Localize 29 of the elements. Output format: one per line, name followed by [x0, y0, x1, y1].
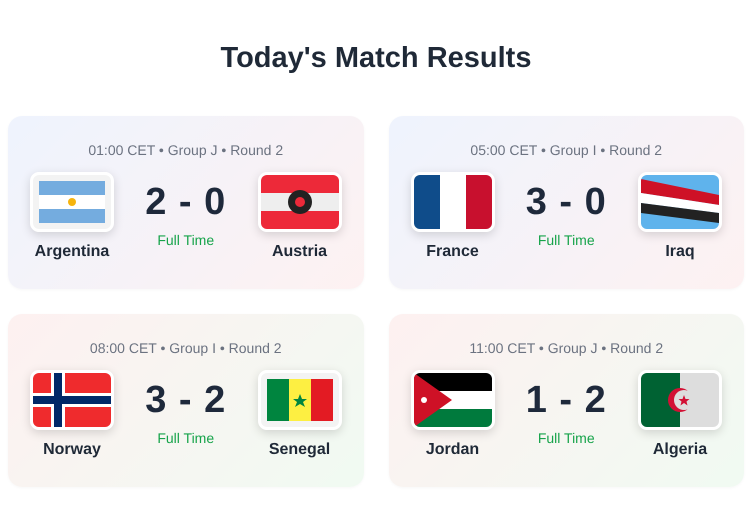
- team-name: France: [426, 243, 479, 261]
- flag-icon: [258, 172, 342, 232]
- team-name: Norway: [43, 441, 101, 459]
- flag-icon: [638, 370, 722, 430]
- match-status: Full Time: [157, 430, 214, 446]
- flag-icon: [30, 172, 114, 232]
- team-name: Jordan: [426, 441, 480, 459]
- score: 3 - 2: [145, 378, 226, 422]
- team-name: Iraq: [665, 243, 695, 261]
- match-info: 08:00 CET • Group I • Round 2: [90, 340, 282, 356]
- score: 3 - 0: [526, 180, 607, 224]
- team-name: Algeria: [652, 441, 708, 459]
- score: 1 - 2: [526, 378, 607, 422]
- flag-icon: [410, 172, 494, 232]
- match-status: Full Time: [538, 232, 595, 248]
- team-name: Argentina: [34, 243, 110, 261]
- flag-icon: [638, 172, 722, 232]
- team-name: Senegal: [268, 441, 330, 459]
- page-title: Today's Match Results: [220, 41, 532, 76]
- flag-icon: [258, 370, 342, 430]
- score: 2 - 0: [145, 180, 226, 224]
- flag-icon: [30, 370, 114, 430]
- match-info: 11:00 CET • Group J • Round 2: [469, 340, 664, 356]
- flag-icon: [410, 370, 494, 430]
- team-name: Austria: [272, 243, 328, 261]
- match-status: Full Time: [538, 430, 595, 446]
- match-status: Full Time: [157, 232, 214, 248]
- match-info: 01:00 CET • Group J • Round 2: [88, 142, 284, 158]
- match-info: 05:00 CET • Group I • Round 2: [470, 142, 662, 158]
